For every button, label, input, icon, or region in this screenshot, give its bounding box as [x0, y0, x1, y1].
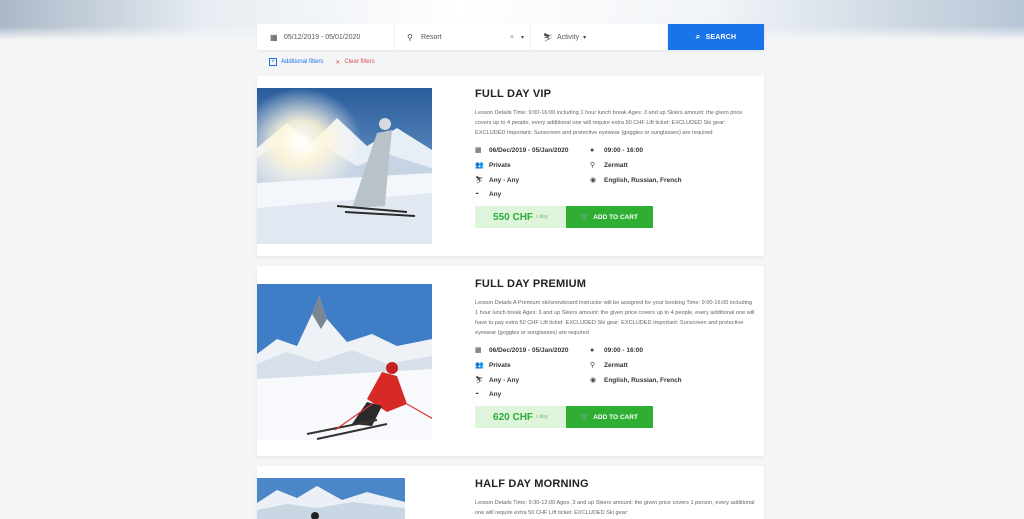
lesson-details: FULL DAY VIP Lesson Details Time: 9:00-1…	[475, 88, 755, 228]
skier-icon: ⛷	[475, 177, 484, 184]
lesson-description: Lesson Details Time: 9:00-16:00 includin…	[475, 110, 743, 136]
lesson-title: HALF DAY MORNING	[475, 478, 589, 490]
filter-links: + Additional filters ✕ Clear filters	[269, 58, 375, 66]
lesson-description: Lesson Details A Premium ski/snowboard i…	[475, 300, 755, 336]
date-range-value: 05/12/2019 - 05/01/2020	[284, 33, 361, 41]
calendar-icon: ▦	[475, 347, 482, 354]
lesson-photo-skier-sunny	[257, 88, 432, 244]
resort-placeholder: Resort	[421, 33, 442, 41]
clear-filters-link[interactable]: ✕ Clear filters	[335, 58, 374, 66]
lesson-card: FULL DAY VIP Lesson Details Time: 9:00-1…	[257, 76, 764, 256]
lesson-level: Any	[489, 391, 502, 398]
resort-clear-icon[interactable]: ×	[510, 34, 514, 41]
search-button-label: SEARCH	[705, 33, 737, 41]
lesson-details: FULL DAY PREMIUM Lesson Details A Premiu…	[475, 278, 755, 428]
lesson-info-grid: ▦ 06/Dec/2019 - 05/Jan/2020 ● 09:00 - 16:0…	[475, 146, 755, 199]
lesson-ages: Any - Any	[489, 176, 520, 184]
lesson-card: HALF DAY MORNING Lesson Details Time: 9:…	[257, 466, 764, 519]
lesson-location: Zermatt	[604, 361, 628, 369]
clock-icon: ●	[590, 146, 595, 154]
price-amount: 550 CHF	[493, 211, 534, 223]
lesson-dates: 06/Dec/2019 - 05/Jan/2020	[489, 146, 569, 154]
skier-icon: ⛷	[543, 32, 554, 42]
price-box: 550 CHF / day	[475, 206, 566, 228]
chevron-down-icon: ▾	[583, 34, 587, 41]
lesson-dates: 06/Dec/2019 - 05/Jan/2020	[489, 346, 569, 354]
lesson-info-grid: ▦ 06/Dec/2019 - 05/Jan/2020 ● 09:00 - 16:0…	[475, 346, 755, 399]
helmet-icon: ◓	[475, 191, 480, 198]
search-button[interactable]: ⌕ SEARCH	[668, 24, 764, 50]
add-to-cart-button[interactable]: 🛒 ADD TO CART	[566, 206, 653, 228]
chevron-down-icon: ▾	[520, 34, 524, 41]
plus-square-icon: +	[269, 58, 277, 66]
calendar-icon: ▦	[475, 147, 482, 154]
activity-select[interactable]: ⛷ Activity ▾	[531, 24, 668, 50]
additional-filters-link[interactable]: + Additional filters	[269, 58, 323, 66]
lesson-title: FULL DAY VIP	[475, 88, 552, 100]
clock-icon: ●	[590, 346, 595, 354]
lesson-photo-mountains	[257, 478, 405, 519]
lesson-time: 09:00 - 16:00	[604, 146, 644, 154]
add-to-cart-button[interactable]: 🛒 ADD TO CART	[566, 406, 653, 428]
close-icon: ✕	[335, 59, 341, 66]
lesson-time: 09:00 - 16:00	[604, 346, 644, 354]
helmet-icon: ◓	[475, 391, 480, 398]
users-icon: 👥	[475, 162, 484, 169]
lesson-type: Private	[489, 161, 511, 169]
lesson-level: Any	[489, 191, 502, 198]
cart-icon: 🛒	[581, 214, 590, 221]
globe-icon: ◉	[590, 177, 597, 184]
add-to-cart-label: ADD TO CART	[593, 213, 638, 221]
lesson-type: Private	[489, 361, 511, 369]
lesson-ages: Any - Any	[489, 376, 520, 384]
additional-filters-label: Additional filters	[281, 59, 324, 65]
lesson-photo-matterhorn-skier	[257, 284, 443, 440]
map-pin-icon: ⚲	[407, 32, 413, 42]
activity-label: Activity	[557, 33, 580, 41]
lesson-actions: 620 CHF / day 🛒 ADD TO CART	[475, 406, 755, 428]
map-pin-icon: ⚲	[590, 162, 596, 169]
clear-filters-label: Clear filters	[344, 59, 375, 65]
resort-select[interactable]: ⚲ Resort × ▾	[395, 24, 531, 50]
add-to-cart-label: ADD TO CART	[593, 413, 638, 421]
lesson-title: FULL DAY PREMIUM	[475, 278, 587, 290]
map-pin-icon: ⚲	[590, 362, 596, 369]
skier-icon: ⛷	[475, 377, 484, 384]
cart-icon: 🛒	[581, 414, 590, 421]
price-box: 620 CHF / day	[475, 406, 566, 428]
price-amount: 620 CHF	[493, 411, 534, 423]
lesson-languages: English, Russian, French	[604, 176, 682, 184]
price-unit: / day	[536, 414, 548, 420]
globe-icon: ◉	[590, 377, 597, 384]
date-range-field[interactable]: ▦ 05/12/2019 - 05/01/2020	[257, 24, 395, 50]
calendar-icon: ▦	[270, 32, 278, 42]
price-unit: / day	[536, 214, 548, 220]
users-icon: 👥	[475, 362, 484, 369]
lesson-card: FULL DAY PREMIUM Lesson Details A Premiu…	[257, 266, 764, 456]
lesson-actions: 550 CHF / day 🛒 ADD TO CART	[475, 206, 755, 228]
search-bar: ▦ 05/12/2019 - 05/01/2020 ⚲ Resort × ▾ ⛷…	[257, 24, 764, 50]
lesson-description: Lesson Details Time: 9:30-12:00 Ages: 3 …	[475, 500, 755, 516]
lesson-details: HALF DAY MORNING Lesson Details Time: 9:…	[475, 478, 755, 518]
lesson-location: Zermatt	[604, 161, 628, 169]
lesson-languages: English, Russian, French	[604, 376, 682, 384]
search-icon: ⌕	[695, 32, 701, 41]
